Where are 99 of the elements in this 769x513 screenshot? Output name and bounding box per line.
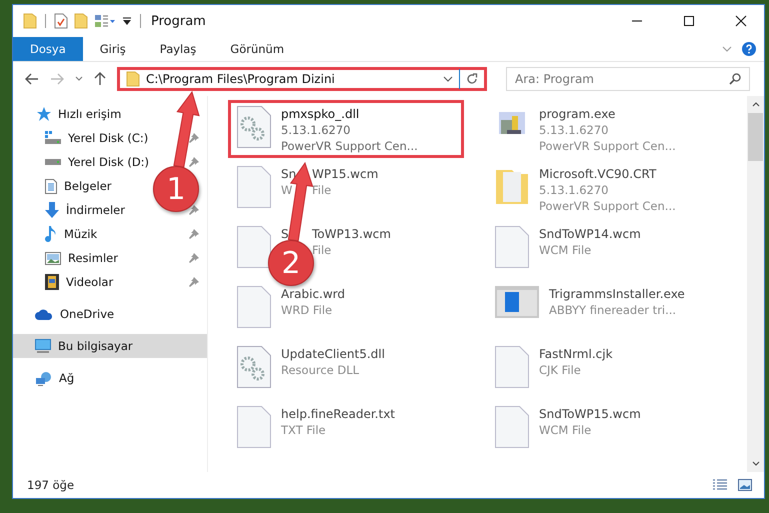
scrollbar[interactable]	[747, 96, 764, 472]
ribbon-tab[interactable]: Görünüm	[213, 37, 302, 61]
address-bar[interactable]: C:\Program Files\Program Dizini	[117, 67, 487, 91]
file-name: program.exe	[539, 106, 616, 122]
properties-icon[interactable]	[54, 13, 68, 29]
sidebar-label[interactable]: OneDrive	[60, 307, 114, 321]
file-detail: WRD File	[281, 302, 332, 318]
file-detail: 5.13.1.6270	[539, 122, 608, 138]
window-title: Program	[151, 14, 206, 28]
computer-icon	[35, 339, 51, 353]
sidebar-label[interactable]: Ağ	[59, 371, 74, 385]
file-name: Arabic.wrd	[281, 286, 346, 302]
file-detail: WCM File	[539, 422, 592, 438]
details-view-icon[interactable]	[712, 479, 728, 491]
file-detail: WCM File	[539, 242, 592, 258]
file-detail: W	[281, 182, 292, 198]
highlight-frame[interactable]: pmxspko_.dll 5.13.1.6270 PowerVR Support Cen...	[228, 100, 464, 158]
refresh-icon[interactable]	[466, 73, 478, 85]
pin-icon[interactable]	[189, 253, 199, 263]
ribbon-tab[interactable]: Giriş	[82, 37, 143, 61]
tiles-view-icon[interactable]	[738, 479, 752, 491]
document-icon	[45, 178, 57, 194]
sidebar-label[interactable]: Videolar	[66, 275, 114, 289]
file-icon	[495, 346, 529, 388]
file-detail: File	[312, 182, 332, 198]
file-detail: ABBYY finereader tri...	[549, 302, 676, 318]
star-icon	[35, 107, 51, 121]
search-icon	[729, 73, 741, 85]
download-icon	[45, 202, 59, 218]
sidebar-label[interactable]: Yerel Disk (D:)	[68, 155, 150, 169]
gear-file-icon	[237, 346, 271, 388]
window-icon	[495, 286, 539, 318]
sidebar-label[interactable]: Resimler	[68, 251, 118, 265]
scroll-down-icon[interactable]	[752, 461, 760, 466]
file-detail: 5.13.1.6270	[281, 122, 350, 138]
film-icon	[45, 274, 59, 290]
file-icon	[237, 406, 271, 448]
file-name: TrigrammsInstaller.exe	[549, 286, 685, 302]
pin-icon[interactable]	[189, 229, 199, 239]
pin-icon[interactable]	[189, 157, 199, 167]
file-detail: Resource DLL	[281, 362, 360, 378]
pin-icon[interactable]	[189, 277, 199, 287]
scroll-thumb[interactable]	[748, 113, 763, 161]
sidebar-label[interactable]: İndirmeler	[66, 203, 125, 217]
file-detail: CJK File	[539, 362, 581, 378]
up-icon[interactable]	[94, 72, 106, 86]
file-name: WP15.wcm	[312, 166, 378, 182]
sidebar-label[interactable]: Belgeler	[64, 179, 112, 193]
pin-icon[interactable]	[189, 205, 199, 215]
scroll-up-icon[interactable]	[752, 102, 760, 107]
file-icon	[495, 226, 529, 268]
drive-icon	[45, 159, 61, 165]
drive-icon	[45, 131, 61, 145]
chevron-icon[interactable]	[722, 45, 732, 53]
file-detail: File	[312, 242, 332, 258]
file-name: S	[281, 226, 289, 242]
file-detail: 5.13.1.6270	[539, 182, 608, 198]
sidebar-label[interactable]: Müzik	[64, 227, 98, 241]
sidebar-label: Bu bilgisayar	[58, 339, 133, 353]
file-icon	[237, 166, 271, 208]
back-icon[interactable]	[25, 73, 39, 85]
file-name: ToWP13.wcm	[312, 226, 391, 242]
ribbon-tab[interactable]: Paylaş	[142, 37, 214, 61]
sidebar-label[interactable]: Yerel Disk (C:)	[68, 131, 148, 145]
file-name: FastNrml.cjk	[539, 346, 613, 362]
file-detail: PowerVR Support Cen...	[539, 138, 676, 154]
network-icon	[35, 370, 52, 386]
recent-dropdown-icon[interactable]	[75, 76, 83, 82]
file-name: pmxspko_.dll	[281, 106, 360, 122]
file-name: SndToWP14.wcm	[539, 226, 641, 242]
address-path: C:\Program Files\Program Dizini	[146, 72, 335, 86]
maximize-icon[interactable]	[683, 15, 695, 27]
music-icon	[45, 226, 57, 242]
file-name: UpdateClient5.dll	[281, 346, 385, 362]
file-name: Sn	[281, 166, 296, 182]
pictures-icon	[45, 252, 61, 264]
file-icon	[495, 406, 529, 448]
sidebar-item[interactable]: Bu bilgisayar	[13, 334, 207, 358]
dropdown-icon[interactable]	[443, 76, 453, 82]
close-icon[interactable]	[735, 15, 747, 27]
help-icon[interactable]	[742, 42, 756, 56]
gear-file-icon	[237, 106, 271, 148]
ribbon-tab[interactable]: Dosya	[13, 37, 83, 61]
file-detail: PowerVR Support Cen...	[539, 198, 676, 214]
view-icon[interactable]	[94, 14, 116, 28]
item-count: 197 öğe	[27, 478, 74, 492]
file-icon	[237, 286, 271, 328]
cloud-icon	[35, 308, 53, 320]
file-name: Microsoft.VC90.CRT	[539, 166, 656, 182]
file-name: SndToWP15.wcm	[539, 406, 641, 422]
pin-icon[interactable]	[189, 133, 199, 143]
folder-icon	[126, 71, 140, 87]
customize-icon[interactable]	[122, 16, 132, 26]
sidebar-label[interactable]: Hızlı erişim	[58, 107, 122, 121]
file-name: help.fineReader.txt	[281, 406, 395, 422]
search-field[interactable]: Ara: Program	[506, 67, 750, 91]
file-detail: PowerVR Support Cen...	[281, 138, 418, 154]
file-detail: TXT File	[281, 422, 326, 438]
file-icon	[237, 226, 271, 268]
